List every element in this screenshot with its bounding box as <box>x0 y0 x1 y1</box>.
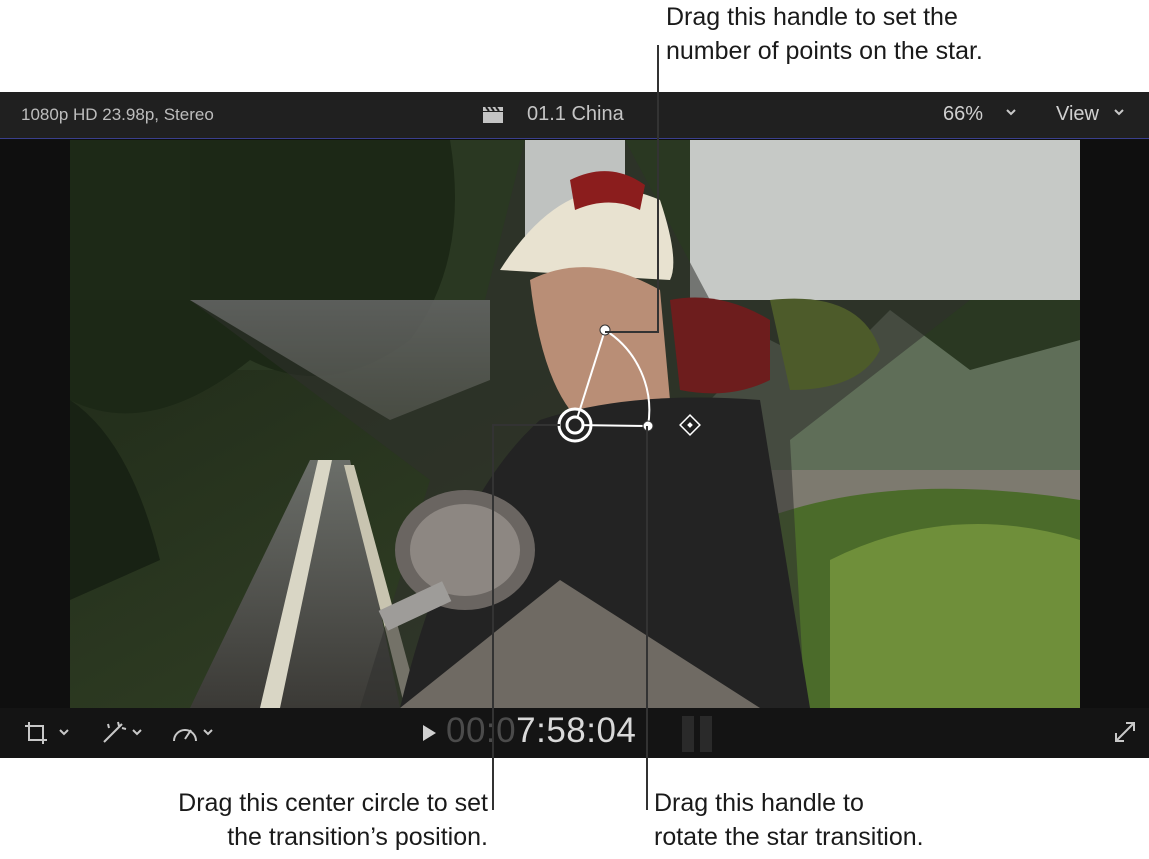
view-menu-button[interactable]: View <box>1056 103 1099 126</box>
left-callout-line2: the transition’s position. <box>227 823 488 851</box>
zoom-value[interactable]: 66% <box>943 103 983 126</box>
enhance-chevron-down-icon[interactable] <box>130 725 144 744</box>
left-callout-leader-horizontal <box>492 424 560 426</box>
top-callout-leader-vertical <box>657 45 659 333</box>
timecode-dim: 00:0 <box>446 711 517 750</box>
right-callout-leader-vertical <box>646 426 648 810</box>
right-callout: Drag this handle to rotate the star tran… <box>654 786 924 854</box>
viewer-top-bar: 1080p HD 23.98p, Stereo 01.1 China 66% V… <box>0 92 1149 139</box>
center-position-inner[interactable] <box>565 415 585 435</box>
clip-title: 01.1 China <box>527 103 624 125</box>
points-handle[interactable] <box>599 324 611 336</box>
viewer-panel: 1080p HD 23.98p, Stereo 01.1 China 66% V… <box>0 92 1149 758</box>
transition-overlay <box>557 324 701 443</box>
top-callout-line1: Drag this handle to set the <box>666 3 958 31</box>
right-callout-line1: Drag this handle to <box>654 789 864 817</box>
top-callout: Drag this handle to set the number of po… <box>666 0 983 68</box>
video-canvas[interactable] <box>70 140 1080 708</box>
left-callout: Drag this center circle to set the trans… <box>110 786 488 854</box>
rotation-handle[interactable] <box>642 420 654 432</box>
magic-wand-icon[interactable] <box>100 720 128 752</box>
speed-chevron-down-icon[interactable] <box>201 725 215 744</box>
left-callout-line1: Drag this center circle to set <box>178 789 488 817</box>
view-chevron-down-icon[interactable] <box>1112 105 1126 124</box>
zoom-chevron-down-icon[interactable] <box>1004 105 1018 124</box>
timecode-value: 7:58:04 <box>516 711 637 750</box>
crop-icon[interactable] <box>23 720 49 752</box>
crop-chevron-down-icon[interactable] <box>57 725 71 744</box>
top-callout-line2: number of points on the star. <box>666 37 983 65</box>
speedometer-icon[interactable] <box>171 721 199 751</box>
viewer-bottom-bar: 00:07:58:04 <box>0 708 1149 758</box>
top-callout-leader-horizontal <box>605 331 659 333</box>
audio-meter <box>682 716 716 757</box>
left-callout-leader-vertical <box>492 424 494 810</box>
timecode-display[interactable]: 00:07:58:04 <box>446 711 636 751</box>
play-icon[interactable] <box>421 724 437 747</box>
fullscreen-icon[interactable] <box>1114 721 1136 748</box>
format-label: 1080p HD 23.98p, Stereo <box>21 105 214 124</box>
keyframe-diamond-icon[interactable] <box>679 414 701 436</box>
clapperboard-icon <box>482 106 504 129</box>
right-callout-line2: rotate the star transition. <box>654 823 924 851</box>
